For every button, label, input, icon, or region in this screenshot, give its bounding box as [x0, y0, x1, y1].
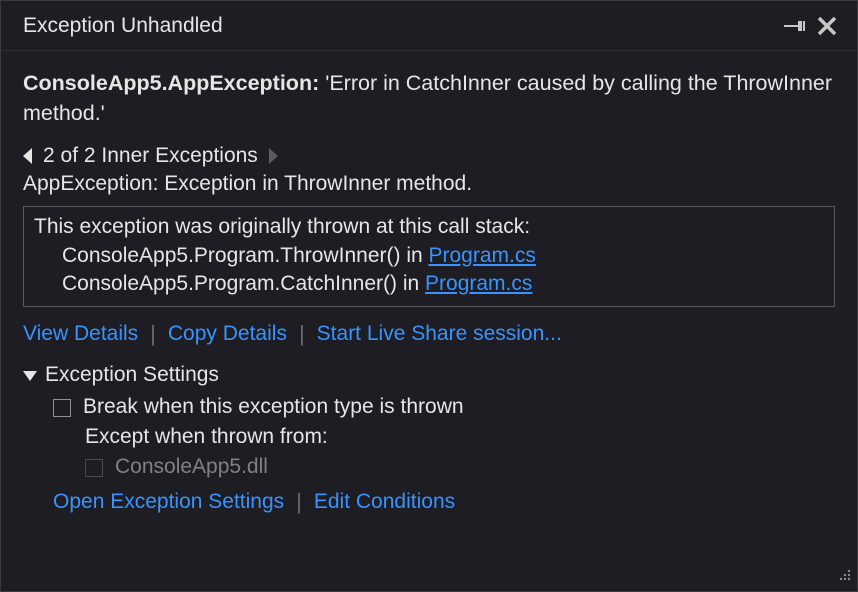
exception-helper-window: Exception Unhandled ConsoleApp5.AppExcep…: [0, 0, 858, 592]
break-checkbox-row[interactable]: Break when this exception type is thrown: [53, 395, 835, 419]
module-label: ConsoleApp5.dll: [115, 455, 268, 479]
nav-next-icon: [268, 148, 278, 164]
exception-heading: ConsoleApp5.AppException: 'Error in Catc…: [23, 69, 835, 128]
chevron-down-icon: [23, 363, 37, 387]
separator: |: [294, 489, 304, 515]
inner-exception-text: AppException: Exception in ThrowInner me…: [23, 172, 835, 196]
call-stack-intro: This exception was originally thrown at …: [34, 213, 824, 241]
content-area: ConsoleApp5.AppException: 'Error in Catc…: [1, 51, 857, 525]
separator: |: [297, 321, 307, 347]
stack-frame-text: ConsoleApp5.Program.ThrowInner() in: [62, 244, 429, 267]
exception-settings-header[interactable]: Exception Settings: [23, 363, 835, 387]
stack-frame: ConsoleApp5.Program.CatchInner() in Prog…: [34, 270, 824, 298]
action-links: View Details | Copy Details | Start Live…: [23, 321, 835, 347]
close-icon[interactable]: [811, 10, 843, 42]
stack-frame-link[interactable]: Program.cs: [429, 244, 536, 267]
break-label: Break when this exception type is thrown: [83, 395, 464, 419]
resize-grip-icon[interactable]: [837, 564, 851, 587]
except-label: Except when thrown from:: [53, 425, 835, 449]
open-exception-settings-link[interactable]: Open Exception Settings: [53, 490, 284, 514]
copy-details-link[interactable]: Copy Details: [168, 322, 287, 346]
inner-exception-nav: 2 of 2 Inner Exceptions: [23, 144, 835, 168]
stack-frame-link[interactable]: Program.cs: [425, 272, 532, 295]
separator: |: [148, 321, 158, 347]
titlebar: Exception Unhandled: [1, 1, 857, 51]
edit-conditions-link[interactable]: Edit Conditions: [314, 490, 455, 514]
inner-nav-label: 2 of 2 Inner Exceptions: [43, 144, 258, 168]
checkbox-icon[interactable]: [53, 399, 71, 417]
settings-links: Open Exception Settings | Edit Condition…: [23, 489, 835, 515]
stack-frame: ConsoleApp5.Program.ThrowInner() in Prog…: [34, 242, 824, 270]
nav-prev-icon[interactable]: [23, 148, 33, 164]
exception-type: ConsoleApp5.AppException:: [23, 71, 319, 95]
live-share-link[interactable]: Start Live Share session...: [317, 322, 562, 346]
pin-icon[interactable]: [779, 10, 811, 42]
module-checkbox-row: ConsoleApp5.dll: [53, 455, 835, 479]
call-stack-box: This exception was originally thrown at …: [23, 206, 835, 307]
exception-settings-body: Break when this exception type is thrown…: [23, 395, 835, 479]
view-details-link[interactable]: View Details: [23, 322, 138, 346]
stack-frame-text: ConsoleApp5.Program.CatchInner() in: [62, 272, 425, 295]
window-title: Exception Unhandled: [23, 14, 779, 38]
checkbox-icon: [85, 459, 103, 477]
settings-heading-label: Exception Settings: [45, 363, 219, 387]
